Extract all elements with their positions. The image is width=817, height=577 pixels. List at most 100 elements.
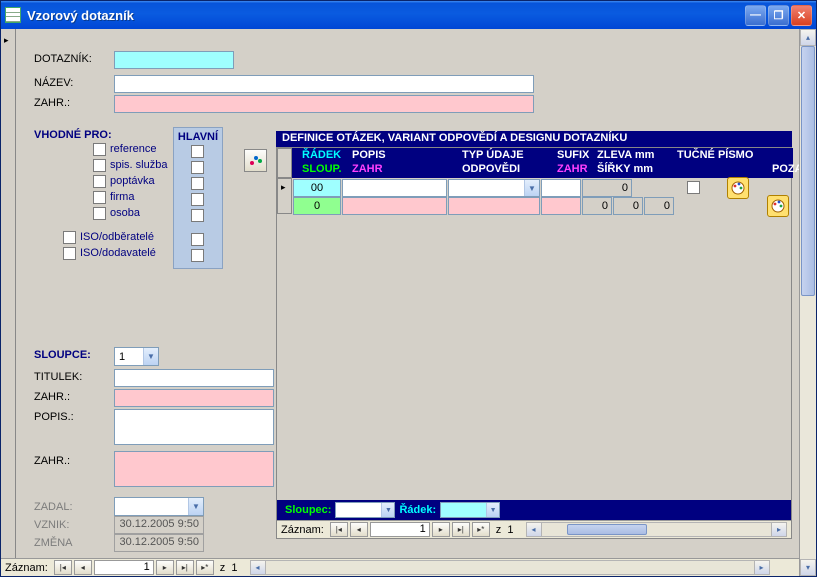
main-hscroll[interactable]: ◂ ▸ bbox=[250, 560, 770, 575]
chart-icon bbox=[248, 153, 263, 168]
recnav-next[interactable]: ▸ bbox=[432, 522, 450, 537]
label-zadal: ZADAL: bbox=[34, 501, 73, 513]
palette-button-1[interactable] bbox=[727, 177, 749, 199]
scroll-thumb[interactable] bbox=[801, 46, 815, 296]
hdr-tucne: TUČNÉ PÍSMO bbox=[677, 149, 753, 161]
palette-button-2[interactable] bbox=[767, 195, 789, 217]
input-nazev[interactable] bbox=[114, 75, 534, 93]
input-popis[interactable] bbox=[114, 409, 274, 445]
cell-s1[interactable]: 0 bbox=[582, 197, 612, 215]
cell-sloup[interactable]: 0 bbox=[293, 197, 341, 215]
cell-s3[interactable]: 0 bbox=[644, 197, 674, 215]
label-hlavni: HLAVNÍ bbox=[174, 128, 222, 146]
input-vznik: 30.12.2005 9:50 bbox=[114, 516, 204, 534]
minimize-button[interactable]: — bbox=[745, 5, 766, 26]
input-dotaznik[interactable] bbox=[114, 51, 234, 69]
sub-hscroll[interactable]: ◂ ▸ bbox=[526, 522, 787, 537]
checkbox-spis-sluzba[interactable] bbox=[93, 159, 106, 172]
hdr-zleva: ZLEVA mm bbox=[597, 149, 654, 161]
combo-zadal[interactable]: ▼ bbox=[114, 497, 204, 516]
main-record-navigator: Záznam: |◂ ◂ 1 ▸ ▸| ▸* z 1 ◂ ▸ bbox=[1, 558, 799, 576]
label-sloupce: SLOUPCE: bbox=[34, 349, 91, 361]
checkbox-iso-odberatele[interactable] bbox=[63, 231, 76, 244]
scroll-thumb[interactable] bbox=[567, 524, 647, 535]
window-title: Vzorový dotazník bbox=[27, 8, 745, 23]
input-zahr[interactable] bbox=[114, 95, 534, 113]
cell-odpovedi[interactable] bbox=[448, 197, 540, 215]
recnav-current[interactable]: 1 bbox=[370, 522, 430, 537]
recnav-first[interactable]: |◂ bbox=[330, 522, 348, 537]
scroll-down-icon[interactable]: ▾ bbox=[800, 559, 816, 576]
label-firma: firma bbox=[110, 191, 134, 203]
form-icon bbox=[5, 7, 21, 23]
recnav-last[interactable]: ▸| bbox=[452, 522, 470, 537]
checkbox-hlavni-4[interactable] bbox=[191, 193, 204, 206]
cell-popis[interactable] bbox=[342, 179, 447, 197]
combo-footer-sloupec[interactable]: ▼ bbox=[335, 502, 395, 518]
cell-s2[interactable]: 0 bbox=[613, 197, 643, 215]
checkbox-tucne[interactable] bbox=[687, 181, 700, 194]
chevron-down-icon: ▼ bbox=[524, 180, 539, 196]
checkbox-hlavni-3[interactable] bbox=[191, 177, 204, 190]
scroll-left-icon[interactable]: ◂ bbox=[527, 523, 542, 536]
recnav-prev[interactable]: ◂ bbox=[350, 522, 368, 537]
checkbox-hlavni-2[interactable] bbox=[191, 161, 204, 174]
combo-sloupce[interactable]: 1▼ bbox=[114, 347, 159, 366]
label-popis: POPIS.: bbox=[34, 411, 74, 423]
cell-radek[interactable]: 00 bbox=[293, 179, 341, 197]
palette-icon bbox=[731, 181, 745, 195]
label-footer-sloupec: Sloupec: bbox=[285, 504, 331, 516]
scroll-right-icon[interactable]: ▸ bbox=[754, 561, 769, 574]
combo-footer-radek[interactable]: ▼ bbox=[440, 502, 500, 518]
grid-row-selector[interactable]: ▸ bbox=[277, 178, 292, 214]
recnav-new[interactable]: ▸* bbox=[196, 560, 214, 575]
sub-record-navigator: Záznam: |◂ ◂ 1 ▸ ▸| ▸* z 1 ◂ ▸ bbox=[277, 520, 791, 538]
checkbox-hlavni-6[interactable] bbox=[191, 233, 204, 246]
maximize-button[interactable]: ❐ bbox=[768, 5, 789, 26]
checkbox-hlavni-7[interactable] bbox=[191, 249, 204, 262]
checkbox-hlavni-5[interactable] bbox=[191, 209, 204, 222]
chart-button[interactable] bbox=[244, 149, 267, 172]
recnav-last[interactable]: ▸| bbox=[176, 560, 194, 575]
recnav-new[interactable]: ▸* bbox=[472, 522, 490, 537]
cell-zahr[interactable] bbox=[342, 197, 447, 215]
checkbox-osoba[interactable] bbox=[93, 207, 106, 220]
scroll-right-icon[interactable]: ▸ bbox=[771, 523, 786, 536]
label-vhodne-pro: VHODNÉ PRO: bbox=[34, 129, 112, 142]
checkbox-firma[interactable] bbox=[93, 191, 106, 204]
hdr-sufix: SUFIX bbox=[557, 149, 589, 161]
record-selector[interactable] bbox=[1, 29, 16, 558]
recnav-first[interactable]: |◂ bbox=[54, 560, 72, 575]
label-osoba: osoba bbox=[110, 207, 140, 219]
scroll-up-icon[interactable]: ▴ bbox=[800, 29, 816, 46]
checkbox-iso-dodavatele[interactable] bbox=[63, 247, 76, 260]
hdr-typudaje: TYP ÚDAJE bbox=[462, 149, 524, 161]
input-zahr2[interactable] bbox=[114, 389, 274, 407]
label-footer-radek: Řádek: bbox=[399, 504, 436, 516]
label-spis-sluzba: spis. služba bbox=[110, 159, 167, 171]
hdr-odpovedi: ODPOVĚDI bbox=[462, 163, 520, 175]
main-vscroll[interactable]: ▴ ▾ bbox=[799, 29, 816, 576]
chevron-down-icon: ▼ bbox=[381, 503, 394, 517]
recnav-next[interactable]: ▸ bbox=[156, 560, 174, 575]
label-zahr: ZAHR.: bbox=[34, 97, 70, 109]
subform-title: DEFINICE OTÁZEK, VARIANT ODPOVĚDÍ A DESI… bbox=[276, 131, 792, 147]
label-dotaznik: DOTAZNÍK: bbox=[34, 53, 92, 65]
cell-sufix[interactable] bbox=[541, 179, 581, 197]
recnav-prev[interactable]: ◂ bbox=[74, 560, 92, 575]
cell-typudaje[interactable]: ▼ bbox=[448, 179, 540, 197]
checkbox-reference[interactable] bbox=[93, 143, 106, 156]
hdr-popis: POPIS bbox=[352, 149, 386, 161]
recnav-current[interactable]: 1 bbox=[94, 560, 154, 575]
close-button[interactable]: ✕ bbox=[791, 5, 812, 26]
input-zahr3[interactable] bbox=[114, 451, 274, 487]
cell-zleva[interactable]: 0 bbox=[582, 179, 632, 197]
palette-icon bbox=[771, 199, 785, 213]
scroll-left-icon[interactable]: ◂ bbox=[251, 561, 266, 574]
checkbox-poptavka[interactable] bbox=[93, 175, 106, 188]
checkbox-hlavni-1[interactable] bbox=[191, 145, 204, 158]
cell-zahr2[interactable] bbox=[541, 197, 581, 215]
input-titulek[interactable] bbox=[114, 369, 274, 387]
label-iso-dodavatele: ISO/dodavatelé bbox=[80, 247, 156, 259]
input-zmena: 30.12.2005 9:50 bbox=[114, 534, 204, 552]
